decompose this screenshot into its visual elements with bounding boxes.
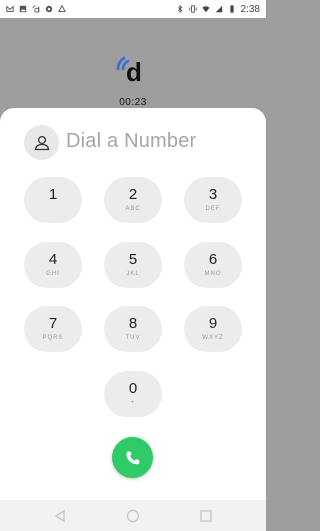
- key-digit: 4: [48, 251, 58, 268]
- key-6[interactable]: 6 MNO: [184, 242, 242, 288]
- dialpad-logo: d: [116, 56, 142, 84]
- dialpad-app-icon: [32, 5, 40, 13]
- key-digit: 1: [48, 186, 58, 203]
- key-9[interactable]: 9 WXYZ: [184, 306, 242, 352]
- call-button[interactable]: [112, 437, 153, 478]
- notification-icons: [6, 5, 66, 13]
- key-4[interactable]: 4 GHI: [24, 242, 82, 288]
- key-3[interactable]: 3 DEF: [184, 177, 242, 223]
- logo-letter: d: [126, 57, 142, 84]
- key-letters: PQRS: [42, 335, 64, 341]
- call-timer: 00:23: [119, 97, 147, 108]
- phone-icon: [126, 451, 139, 464]
- back-icon: [54, 509, 65, 523]
- vibrate-icon: [188, 5, 197, 13]
- key-2[interactable]: 2 ABC: [104, 177, 162, 223]
- back-button[interactable]: [52, 508, 68, 524]
- key-5[interactable]: 5 JKL: [104, 242, 162, 288]
- dialer-sheet: Dial a Number 1 2 ABC 3 DEF 4 GHI 5 JKL …: [0, 108, 266, 500]
- system-icons: 2:38: [176, 4, 260, 15]
- key-7[interactable]: 7 PQRS: [24, 306, 82, 352]
- key-digit: 6: [208, 251, 218, 268]
- key-digit: 0: [128, 380, 138, 397]
- key-letters: +: [130, 400, 136, 406]
- image-icon: [19, 5, 27, 13]
- home-icon: [126, 509, 140, 523]
- key-letters: JKL: [126, 271, 140, 277]
- key-1[interactable]: 1: [24, 177, 82, 223]
- system-nav-bar: [0, 500, 266, 531]
- contacts-button[interactable]: [24, 125, 59, 160]
- key-digit: 8: [128, 315, 138, 332]
- recents-icon: [200, 510, 212, 522]
- status-bar: 2:38: [0, 0, 266, 18]
- active-call-area: d 00:23: [0, 18, 266, 110]
- contacts-icon: [34, 135, 49, 150]
- settings-icon: [45, 5, 53, 13]
- key-0[interactable]: 0 +: [104, 371, 162, 417]
- key-digit: 2: [128, 186, 138, 203]
- signal-icon: [215, 5, 222, 13]
- key-digit: 9: [208, 315, 218, 332]
- key-digit: 3: [208, 186, 218, 203]
- gmail-icon: [6, 5, 14, 12]
- recents-button[interactable]: [198, 508, 214, 524]
- key-letters: WXYZ: [202, 335, 224, 341]
- status-time: 2:38: [240, 3, 260, 15]
- key-letters: MNO: [204, 271, 222, 277]
- bluetooth-icon: [177, 5, 182, 13]
- home-button[interactable]: [125, 508, 141, 524]
- wifi-icon: [201, 6, 210, 13]
- key-digit: 7: [48, 315, 58, 332]
- key-8[interactable]: 8 TUV: [104, 306, 162, 352]
- dial-number-field[interactable]: Dial a Number: [66, 130, 196, 153]
- key-letters: TUV: [125, 335, 141, 341]
- key-digit: 5: [128, 251, 138, 268]
- key-letters: GHI: [46, 271, 60, 277]
- key-letters: DEF: [205, 206, 221, 212]
- battery-icon: [229, 5, 234, 13]
- drive-icon: [58, 5, 66, 12]
- key-letters: ABC: [125, 206, 141, 212]
